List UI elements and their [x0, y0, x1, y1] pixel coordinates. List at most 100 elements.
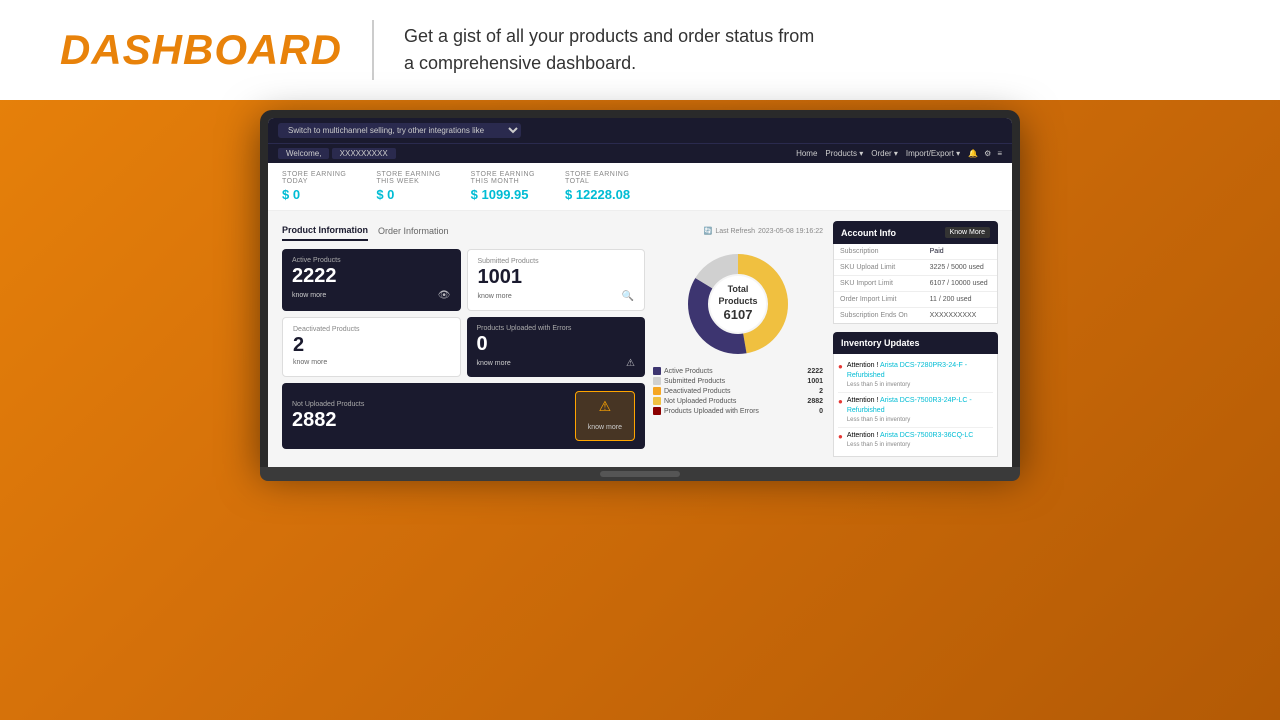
inv-text-2: Attention ! Arista DCS-7500R3-24P-LC - R… — [847, 396, 993, 424]
card-submitted-products: Submitted Products 1001 know more 🔍 — [467, 249, 646, 311]
inventory-item-2: ● Attention ! Arista DCS-7500R3-24P-LC -… — [838, 393, 993, 428]
earnings-row: STORE EARNING TODAY $ 0 STORE EARNING TH… — [268, 163, 1012, 211]
bell-icon[interactable]: 🔔 — [968, 149, 978, 158]
tabs-row: Product Information Order Information 🔄 … — [282, 221, 823, 241]
binoculars-icon: 🔍 — [622, 291, 634, 302]
order-import-value: 11 / 200 used — [924, 292, 978, 307]
laptop-screen: Switch to multichannel selling, try othe… — [268, 118, 1012, 467]
earning-today-sublabel: TODAY — [282, 178, 346, 185]
legend-submitted: Submitted Products 1001 — [653, 377, 823, 385]
submitted-know-more[interactable]: know more — [478, 293, 512, 300]
tab-product-info[interactable]: Product Information — [282, 221, 368, 241]
chart-center-value: 6107 — [711, 307, 766, 324]
earning-total: STORE EARNING TOTAL $ 12228.08 — [565, 171, 630, 202]
inv-dot-3: ● — [838, 432, 843, 441]
tab-order-info[interactable]: Order Information — [378, 222, 449, 240]
legend-dot-not-uploaded — [653, 397, 661, 405]
sku-upload-label: SKU Upload Limit — [834, 260, 924, 275]
integration-select[interactable]: Switch to multichannel selling, try othe… — [278, 123, 521, 138]
inv-text-1: Attention ! Arista DCS-7280PR3-24-F - Re… — [847, 361, 993, 389]
not-uploaded-left: Not Uploaded Products 2882 — [292, 401, 364, 432]
account-info-header: Account Info Know More — [833, 221, 998, 244]
eye-icon: 👁 — [438, 290, 451, 301]
page-header: DASHBOARD Get a gist of all your product… — [0, 0, 1280, 100]
inventory-item-1: ● Attention ! Arista DCS-7280PR3-24-F - … — [838, 358, 993, 393]
nav-products[interactable]: Products ▾ — [825, 149, 863, 158]
account-row-sku-import: SKU Import Limit 6107 / 10000 used — [834, 276, 997, 292]
account-row-subscription: Subscription Paid — [834, 244, 997, 260]
chart-container: Total Products 6107 Activ — [653, 249, 823, 449]
nav-import-export[interactable]: Import/Export ▾ — [906, 149, 960, 158]
errors-know-more[interactable]: know more — [477, 360, 511, 367]
inv-name-3[interactable]: Arista DCS-7500R3-36CQ-LC — [880, 432, 973, 439]
submitted-products-label: Submitted Products — [478, 258, 635, 265]
legend-value-active: 2222 — [807, 368, 823, 375]
menu-icon[interactable]: ≡ — [997, 149, 1002, 158]
account-table: Subscription Paid SKU Upload Limit 3225 … — [833, 244, 998, 324]
error-products-label: Products Uploaded with Errors — [477, 325, 636, 332]
last-refresh-time: 2023-05-08 19:16:22 — [758, 228, 823, 235]
warning2-icon: ⚠ — [599, 398, 612, 414]
warning-icon: ⚠ — [626, 358, 635, 369]
earning-week-sublabel: THIS WEEK — [376, 178, 440, 185]
chart-legend: Active Products 2222 Submitted Products — [653, 367, 823, 417]
header-subtitle: Get a gist of all your products and orde… — [404, 23, 814, 77]
product-cards: Active Products 2222 know more 👁 — [282, 249, 645, 449]
card-not-uploaded: Not Uploaded Products 2882 ⚠ know more — [282, 383, 645, 449]
cards-grid: Active Products 2222 know more 👁 — [282, 249, 645, 449]
chart-center-label: Total Products — [711, 284, 766, 307]
earning-total-sublabel: TOTAL — [565, 178, 630, 185]
sub-ends-value: XXXXXXXXXX — [924, 308, 983, 323]
card-active-products: Active Products 2222 know more 👁 — [282, 249, 461, 311]
legend-errors: Products Uploaded with Errors 0 — [653, 407, 823, 415]
legend-dot-submitted — [653, 377, 661, 385]
not-uploaded-know-more[interactable]: know more — [588, 424, 622, 431]
earning-today-value: $ 0 — [282, 187, 346, 202]
legend-dot-deactivated — [653, 387, 661, 395]
account-row-order-import: Order Import Limit 11 / 200 used — [834, 292, 997, 308]
cards-and-chart: Active Products 2222 know more 👁 — [282, 249, 823, 449]
earning-total-label: STORE EARNING — [565, 171, 630, 178]
legend-label-active: Active Products — [664, 368, 713, 375]
deactivated-products-label: Deactivated Products — [293, 326, 450, 333]
donut-chart: Total Products 6107 — [683, 249, 793, 359]
subscription-value: Paid — [924, 244, 950, 259]
app-bar: Switch to multichannel selling, try othe… — [268, 118, 1012, 143]
deactivated-products-footer: know more — [293, 359, 450, 366]
last-refresh: 🔄 Last Refresh 2023-05-08 19:16:22 — [704, 227, 823, 235]
earning-month-sublabel: THIS MONTH — [471, 178, 535, 185]
nav-home[interactable]: Home — [796, 149, 817, 158]
subscription-label: Subscription — [834, 244, 924, 259]
main-content: Product Information Order Information 🔄 … — [268, 211, 1012, 467]
deactivated-know-more[interactable]: know more — [293, 359, 327, 366]
gear-icon[interactable]: ⚙ — [984, 149, 991, 158]
sku-import-value: 6107 / 10000 used — [924, 276, 994, 291]
attention-2: Attention ! — [847, 397, 880, 404]
inv-sub-2: Less than 5 in inventory — [847, 416, 993, 424]
active-products-footer: know more 👁 — [292, 290, 451, 301]
earning-today: STORE EARNING TODAY $ 0 — [282, 171, 346, 202]
earning-week-label: STORE EARNING — [376, 171, 440, 178]
account-know-more-btn[interactable]: Know More — [945, 227, 990, 238]
dashboard-title: DASHBOARD — [60, 26, 342, 74]
not-uploaded-value: 2882 — [292, 408, 364, 432]
inv-text-3: Attention ! Arista DCS-7500R3-36CQ-LC Le… — [847, 431, 973, 449]
nav-links: Home Products ▾ Order ▾ Import/Export ▾ … — [796, 149, 1002, 158]
refresh-icon: 🔄 — [704, 227, 713, 235]
active-know-more[interactable]: know more — [292, 292, 326, 299]
laptop-frame: Switch to multichannel selling, try othe… — [260, 110, 1020, 467]
inv-dot-2: ● — [838, 397, 843, 406]
legend-value-deactivated: 2 — [819, 388, 823, 395]
submitted-products-footer: know more 🔍 — [478, 291, 635, 302]
app-nav: Welcome, XXXXXXXXX Home Products ▾ Order… — [268, 143, 1012, 163]
topbar-left: Switch to multichannel selling, try othe… — [278, 123, 521, 138]
nav-order[interactable]: Order ▾ — [871, 149, 898, 158]
card-error-products: Products Uploaded with Errors 0 know mor… — [467, 317, 646, 377]
account-row-sub-ends: Subscription Ends On XXXXXXXXXX — [834, 308, 997, 323]
card-deactivated-products: Deactivated Products 2 know more — [282, 317, 461, 377]
legend-label-not-uploaded: Not Uploaded Products — [664, 398, 736, 405]
legend-dot-active — [653, 367, 661, 375]
earning-week: STORE EARNING THIS WEEK $ 0 — [376, 171, 440, 202]
error-products-footer: know more ⚠ — [477, 358, 636, 369]
laptop-wrapper: Switch to multichannel selling, try othe… — [0, 110, 1280, 481]
